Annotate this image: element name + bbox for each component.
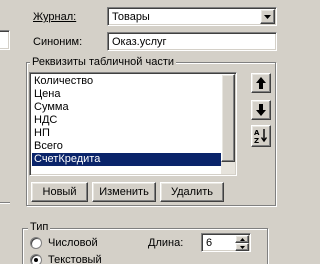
synonym-input-value: Оказ.услуг xyxy=(112,36,167,48)
length-value: 6 xyxy=(206,237,213,249)
length-spinner[interactable]: 6 xyxy=(201,233,251,252)
delete-button[interactable]: Удалить xyxy=(160,182,224,202)
synonym-label: Синоним: xyxy=(33,36,83,48)
requisites-scrollbar[interactable] xyxy=(221,74,235,174)
new-button[interactable]: Новый xyxy=(31,182,88,202)
list-item[interactable]: Всего xyxy=(32,140,221,153)
requisites-list-rows: Количество Цена Сумма НДС НП Всего СчетКредита xyxy=(32,75,221,166)
radio-text-circle[interactable] xyxy=(30,254,42,264)
chevron-down-icon xyxy=(239,245,245,249)
delete-button-label: Удалить xyxy=(171,186,213,198)
length-label: Длина: xyxy=(148,237,184,249)
radio-numeric[interactable]: Числовой xyxy=(30,236,98,250)
chevron-down-icon xyxy=(264,14,271,19)
length-down-button[interactable] xyxy=(235,243,249,251)
radio-text-label: Текстовый xyxy=(48,253,102,264)
arrow-up-icon xyxy=(256,77,266,89)
list-item[interactable]: Сумма xyxy=(32,101,221,114)
journal-select-value: Товары xyxy=(112,11,150,23)
requisites-list[interactable]: Количество Цена Сумма НДС НП Всего СчетКредита xyxy=(29,72,237,176)
new-button-label: Новый xyxy=(42,186,77,198)
arrow-down-icon xyxy=(256,104,266,116)
synonym-input[interactable]: Оказ.услуг xyxy=(107,32,277,51)
radio-text[interactable]: Текстовый xyxy=(30,253,102,264)
left-edge-separator-highlight xyxy=(0,203,10,204)
move-up-button[interactable] xyxy=(251,73,271,93)
type-group-title: Тип xyxy=(28,221,51,234)
edit-button[interactable]: Изменить xyxy=(92,182,156,202)
length-up-button[interactable] xyxy=(235,235,249,243)
radio-numeric-circle[interactable] xyxy=(30,237,42,249)
svg-text:Z: Z xyxy=(254,137,259,144)
sort-button[interactable]: A Z xyxy=(251,125,271,147)
sort-az-icon: A Z xyxy=(254,129,268,144)
edit-button-label: Изменить xyxy=(99,186,149,198)
move-down-button[interactable] xyxy=(251,100,271,120)
list-item[interactable]: Количество xyxy=(32,75,221,88)
chevron-up-icon xyxy=(239,237,245,241)
journal-select[interactable]: Товары xyxy=(107,7,277,26)
list-item[interactable]: НДС xyxy=(32,114,221,127)
svg-text:A: A xyxy=(254,129,260,137)
requisites-scrollbar-thumb[interactable] xyxy=(221,74,235,162)
journal-dropdown-button[interactable] xyxy=(260,9,275,24)
list-item[interactable]: СчетКредита xyxy=(32,153,221,166)
list-item[interactable]: НП xyxy=(32,127,221,140)
radio-numeric-label: Числовой xyxy=(48,236,98,249)
list-item[interactable]: Цена xyxy=(32,88,221,101)
requisites-group-title: Реквизиты табличной части xyxy=(30,56,177,69)
left-edge-field xyxy=(0,30,10,50)
journal-label: Журнал: xyxy=(33,11,77,23)
radio-text-dot xyxy=(34,258,38,262)
